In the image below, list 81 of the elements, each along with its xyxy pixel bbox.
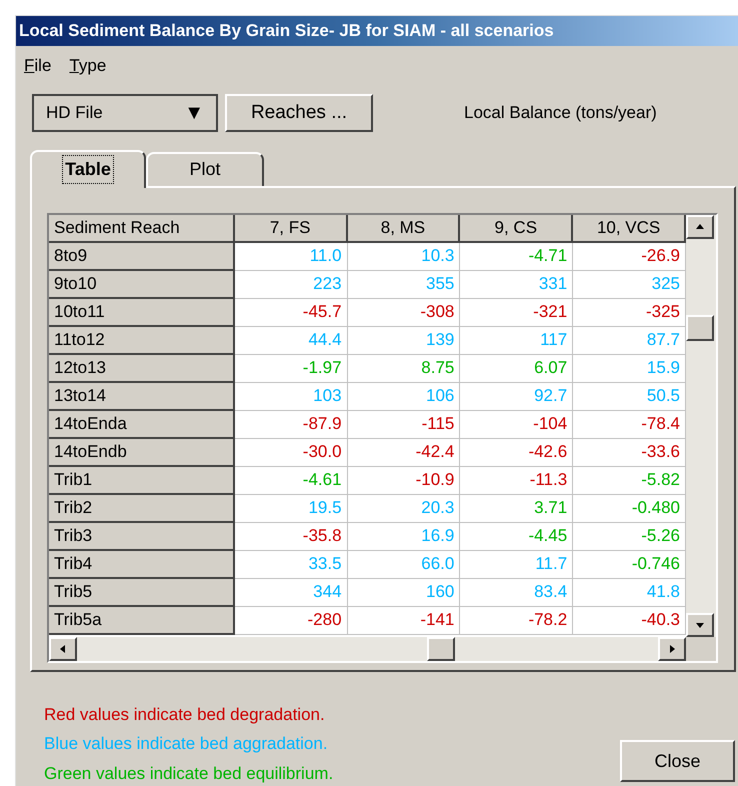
- legend-note: Green values indicate bed equilibrium.: [44, 762, 334, 784]
- vertical-scrollbar[interactable]: [686, 214, 716, 637]
- tab[interactable]: Table: [30, 150, 146, 188]
- menu-item[interactable]: Type: [69, 53, 106, 79]
- table-cell: -4.45: [460, 522, 574, 551]
- row-header[interactable]: Trib5: [49, 578, 235, 607]
- table-cell: -11.3: [460, 466, 574, 495]
- row-header[interactable]: 8to9: [49, 242, 235, 271]
- table-cell: -115: [348, 410, 460, 439]
- menu-item[interactable]: File: [24, 53, 52, 79]
- file-dropdown[interactable]: HD File ▼: [32, 94, 218, 132]
- row-header[interactable]: Trib1: [49, 466, 235, 495]
- row-header[interactable]: Trib3: [49, 522, 235, 551]
- row-header[interactable]: 14toEnda: [49, 410, 235, 439]
- table-cell: 160: [348, 578, 460, 607]
- legend-note: Blue values indicate bed aggradation.: [44, 733, 329, 755]
- table-cell: -308: [348, 298, 460, 327]
- row-header[interactable]: 13to14: [49, 382, 235, 411]
- table-cell: 11.7: [460, 550, 574, 579]
- table-cell: 106: [348, 382, 460, 411]
- scroll-thumb[interactable]: [686, 314, 714, 341]
- table-cell: 8.75: [348, 354, 460, 383]
- table-cell: -104: [460, 410, 574, 439]
- table-cell: 139: [348, 326, 460, 355]
- table-cell: 6.07: [460, 354, 574, 383]
- table-cell: -141: [348, 606, 460, 635]
- table-cell: 223: [234, 270, 348, 299]
- scroll-left-icon[interactable]: [49, 636, 77, 661]
- row-header[interactable]: 14toEndb: [49, 438, 235, 467]
- row-header[interactable]: 12to13: [49, 354, 235, 383]
- table-cell: -35.8: [234, 522, 348, 551]
- scroll-thumb[interactable]: [427, 636, 455, 661]
- table-cell: 16.9: [348, 522, 460, 551]
- column-header[interactable]: 8, MS: [348, 214, 460, 243]
- table-cell: 355: [348, 270, 460, 299]
- table-cell: 44.4: [234, 326, 348, 355]
- table-cell: 3.71: [460, 494, 574, 523]
- table-cell: -10.9: [348, 466, 460, 495]
- row-header[interactable]: 10to11: [49, 298, 235, 327]
- table-cell: 20.3: [348, 494, 460, 523]
- row-header[interactable]: Trib2: [49, 494, 235, 523]
- table-cell: -1.97: [234, 354, 348, 383]
- scroll-down-icon[interactable]: [686, 612, 714, 637]
- units-label: Local Balance (tons/year): [464, 102, 657, 124]
- tab[interactable]: Plot: [146, 152, 264, 186]
- row-header[interactable]: Trib5a: [49, 606, 235, 635]
- table-cell: 83.4: [460, 578, 574, 607]
- close-button[interactable]: Close: [620, 740, 735, 782]
- table-cell: -42.4: [348, 438, 460, 467]
- column-header[interactable]: 7, FS: [234, 214, 348, 243]
- table-cell: -4.61: [234, 466, 348, 495]
- table-cell: -30.0: [234, 438, 348, 467]
- table-cell: -4.71: [460, 242, 574, 271]
- reaches-button[interactable]: Reaches ...: [225, 94, 373, 132]
- table-cell: 11.0: [234, 242, 348, 271]
- table-cell: -87.9: [234, 410, 348, 439]
- row-header[interactable]: 11to12: [49, 326, 235, 355]
- table-cell: -321: [460, 298, 574, 327]
- table-cell: 331: [460, 270, 574, 299]
- scroll-right-icon[interactable]: [658, 636, 686, 661]
- column-header[interactable]: 9, CS: [460, 214, 574, 243]
- table-cell: -78.2: [460, 606, 574, 635]
- table-cell: -42.6: [460, 438, 574, 467]
- row-header[interactable]: Trib4: [49, 550, 235, 579]
- table-cell: 66.0: [348, 550, 460, 579]
- legend-note: Red values indicate bed degradation.: [44, 704, 326, 726]
- horizontal-scrollbar[interactable]: [49, 636, 686, 661]
- table-cell: 344: [234, 578, 348, 607]
- scroll-up-icon[interactable]: [686, 214, 714, 239]
- table-cell: 19.5: [234, 494, 348, 523]
- column-header[interactable]: Sediment Reach: [49, 214, 235, 243]
- table-cell: 92.7: [460, 382, 574, 411]
- table-cell: -280: [234, 606, 348, 635]
- column-header[interactable]: 10, VCS: [573, 214, 686, 243]
- row-header[interactable]: 9to10: [49, 270, 235, 299]
- window-title: Local Sediment Balance By Grain Size- JB for SIAM - all scenarios: [19, 20, 554, 42]
- table-cell: 117: [460, 326, 574, 355]
- table-cell: -45.7: [234, 298, 348, 327]
- table-cell: 103: [234, 382, 348, 411]
- table-cell: 33.5: [234, 550, 348, 579]
- table-cell: 10.3: [348, 242, 460, 271]
